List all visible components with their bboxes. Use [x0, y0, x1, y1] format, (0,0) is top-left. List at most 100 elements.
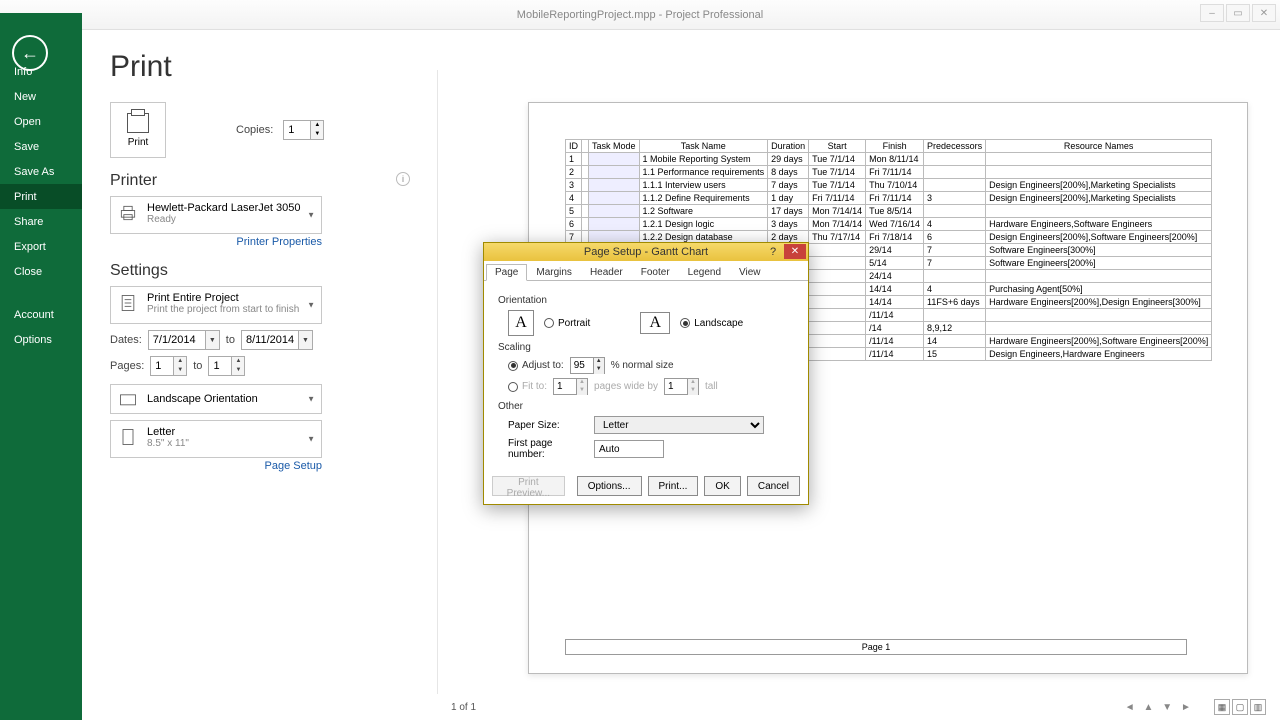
orientation-group-label: Orientation	[498, 295, 794, 306]
page-to-input[interactable]	[209, 360, 231, 372]
sidebar-item-options[interactable]: Options	[0, 327, 82, 352]
tab-margins[interactable]: Margins	[527, 264, 581, 281]
to-label: to	[226, 334, 235, 346]
tab-view[interactable]: View	[730, 264, 770, 281]
dialog-help-button[interactable]: ?	[764, 244, 782, 259]
pages-label: Pages:	[110, 360, 144, 372]
info-icon[interactable]: i	[396, 172, 410, 186]
date-to-combo[interactable]: ▼	[241, 330, 313, 350]
first-page-label: First page number:	[508, 438, 586, 460]
orientation-label: Landscape Orientation	[147, 393, 315, 405]
close-window-button[interactable]: ✕	[1252, 4, 1276, 22]
copies-spinner[interactable]: ▲▼	[283, 120, 324, 140]
date-to-input[interactable]	[242, 334, 298, 346]
page-setup-link[interactable]: Page Setup	[110, 460, 322, 472]
landscape-icon	[117, 388, 139, 410]
date-from-combo[interactable]: ▼	[148, 330, 220, 350]
tab-page[interactable]: Page	[486, 264, 527, 281]
page-setup-dialog: Page Setup - Gantt Chart ? ✕ PageMargins…	[483, 242, 809, 505]
options-button[interactable]: Options...	[577, 476, 642, 496]
print-button[interactable]: Print	[110, 102, 166, 158]
table-row: 2 1.1 Performance requirements8 daysTue …	[566, 166, 1212, 179]
copies-input[interactable]	[284, 124, 310, 136]
dialog-print-button[interactable]: Print...	[648, 476, 699, 496]
sidebar-item-close[interactable]: Close	[0, 259, 82, 284]
one-page-button[interactable]: ▢	[1232, 699, 1248, 715]
printer-name: Hewlett-Packard LaserJet 3050	[147, 202, 315, 214]
scope-title: Print Entire Project	[147, 292, 315, 304]
fit-to-radio[interactable]: Fit to:	[508, 381, 547, 392]
back-button[interactable]: ←	[12, 35, 48, 71]
date-from-input[interactable]	[149, 334, 205, 346]
paper-size-dropdown[interactable]: Letter 8.5" x 11" ▼	[110, 420, 322, 458]
chevron-down-icon: ▼	[307, 301, 315, 310]
tab-legend[interactable]: Legend	[679, 264, 730, 281]
page-title: Print	[110, 50, 1280, 84]
cancel-button[interactable]: Cancel	[747, 476, 800, 496]
page-to-spinner[interactable]: ▲▼	[208, 356, 245, 376]
dialog-tabs: PageMarginsHeaderFooterLegendView	[484, 261, 808, 281]
sidebar-item-account[interactable]: Account	[0, 302, 82, 327]
page-from-spinner[interactable]: ▲▼	[150, 356, 187, 376]
adjust-to-radio[interactable]: Adjust to:	[508, 360, 564, 371]
printer-heading: Printer	[110, 172, 410, 190]
sidebar-item-open[interactable]: Open	[0, 109, 82, 134]
table-row: 5 1.2 Software17 daysMon 7/14/14Tue 8/5/…	[566, 205, 1212, 218]
print-scope-dropdown[interactable]: Print Entire Project Print the project f…	[110, 286, 322, 324]
sidebar-item-save-as[interactable]: Save As	[0, 159, 82, 184]
sidebar-item-print[interactable]: Print	[0, 184, 82, 209]
scaling-group-label: Scaling	[498, 342, 794, 353]
sidebar-item-export[interactable]: Export	[0, 234, 82, 259]
printer-status: Ready	[147, 214, 315, 225]
landscape-radio[interactable]: Landscape	[680, 318, 743, 329]
printer-icon	[117, 202, 139, 224]
multi-page-button[interactable]: ▥	[1250, 699, 1266, 715]
copies-up[interactable]: ▲	[311, 121, 323, 130]
down-button[interactable]: ▼	[1159, 702, 1175, 713]
dialog-title: Page Setup - Gantt Chart	[584, 246, 708, 258]
portrait-radio[interactable]: Portrait	[544, 318, 590, 329]
table-row: 3 1.1.1 Interview users7 daysTue 7/1/14T…	[566, 179, 1212, 192]
maximize-button[interactable]: ▭	[1226, 4, 1250, 22]
tab-footer[interactable]: Footer	[632, 264, 679, 281]
sidebar-item-save[interactable]: Save	[0, 134, 82, 159]
title-bar: MobileReportingProject.mpp - Project Pro…	[0, 0, 1280, 30]
table-row: 11 Mobile Reporting System29 daysTue 7/1…	[566, 153, 1212, 166]
fit-tall-spinner[interactable]: ▲▼	[664, 378, 699, 395]
dialog-title-bar[interactable]: Page Setup - Gantt Chart ? ✕	[484, 243, 808, 261]
chevron-down-icon: ▼	[307, 395, 315, 404]
sidebar-item-share[interactable]: Share	[0, 209, 82, 234]
first-page-input[interactable]	[594, 440, 664, 458]
printer-dropdown[interactable]: Hewlett-Packard LaserJet 3050 Ready ▼	[110, 196, 322, 234]
adjust-input[interactable]	[571, 360, 593, 371]
adjust-suffix: % normal size	[611, 360, 674, 371]
page-counter: 1 of 1	[451, 702, 476, 713]
chevron-down-icon[interactable]: ▼	[205, 331, 219, 349]
actual-size-button[interactable]: ▦	[1214, 699, 1230, 715]
prev-page-button[interactable]: ◄	[1122, 702, 1138, 713]
fit-wide-spinner[interactable]: ▲▼	[553, 378, 588, 395]
copies-down[interactable]: ▼	[311, 130, 323, 139]
sidebar-item-new[interactable]: New	[0, 84, 82, 109]
orientation-dropdown[interactable]: Landscape Orientation ▼	[110, 384, 322, 414]
settings-heading: Settings	[110, 262, 410, 280]
preview-navbar: 1 of 1 ◄ ▲ ▼ ► ▦ ▢ ▥	[437, 694, 1280, 720]
ok-button[interactable]: OK	[704, 476, 740, 496]
paper-size-select[interactable]: Letter	[594, 416, 764, 434]
backstage-sidebar: ← InfoNewOpenSaveSave AsPrintShareExport…	[0, 13, 82, 720]
minimize-button[interactable]: –	[1200, 4, 1224, 22]
next-page-button[interactable]: ►	[1178, 702, 1194, 713]
table-row: 4 1.1.2 Define Requirements1 dayFri 7/11…	[566, 192, 1212, 205]
up-button[interactable]: ▲	[1140, 702, 1156, 713]
printer-properties-link[interactable]: Printer Properties	[110, 236, 322, 248]
dialog-close-button[interactable]: ✕	[784, 244, 806, 259]
chevron-down-icon: ▼	[307, 435, 315, 444]
document-icon	[117, 292, 139, 314]
paper-title: Letter	[147, 426, 315, 438]
to-label: to	[193, 360, 202, 372]
window-title: MobileReportingProject.mpp - Project Pro…	[517, 9, 763, 21]
page-from-input[interactable]	[151, 360, 173, 372]
tab-header[interactable]: Header	[581, 264, 632, 281]
chevron-down-icon[interactable]: ▼	[298, 331, 312, 349]
adjust-spinner[interactable]: ▲▼	[570, 357, 605, 374]
